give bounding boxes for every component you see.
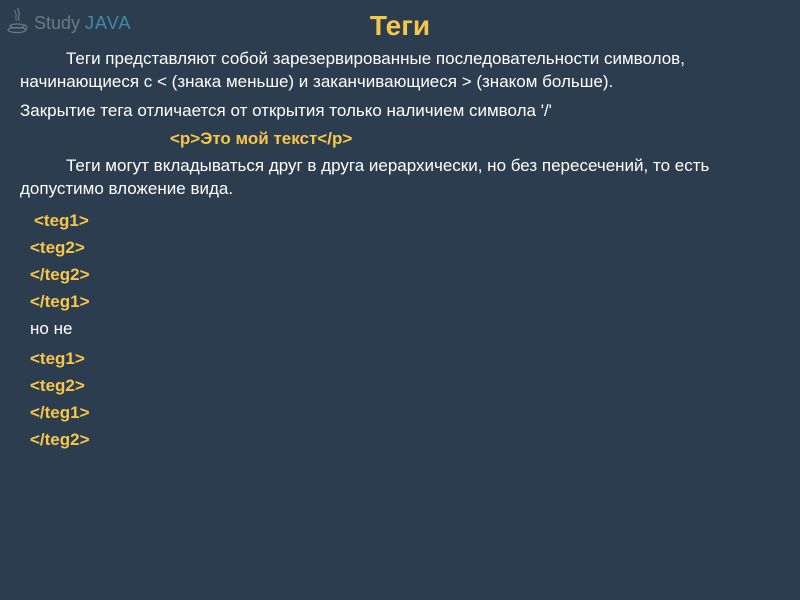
code-line: <teg1> bbox=[20, 207, 780, 234]
code-line: <teg2> bbox=[20, 372, 780, 399]
example-code: <p>Это мой текст</p> bbox=[20, 129, 780, 149]
code-line: </teg1> bbox=[20, 399, 780, 426]
code-line: </teg2> bbox=[20, 426, 780, 453]
code-line: </teg2> bbox=[20, 261, 780, 288]
slide-content: Теги Теги представляют собой зарезервиро… bbox=[0, 0, 800, 453]
paragraph-1: Теги представляют собой зарезервированны… bbox=[20, 48, 780, 94]
logo-java-word: JAVA bbox=[85, 13, 131, 33]
paragraph-3: Теги могут вкладываться друг в друга иер… bbox=[20, 155, 780, 201]
but-not-label: но не bbox=[20, 315, 780, 342]
slide-title: Теги bbox=[20, 10, 780, 42]
paragraph-2: Закрытие тега отличается от открытия тол… bbox=[20, 100, 780, 123]
valid-nesting-block: <teg1> <teg2> </teg2> </teg1> bbox=[20, 207, 780, 316]
logo-study-word: Study bbox=[34, 13, 80, 33]
java-cup-icon bbox=[6, 6, 30, 41]
code-line: </teg1> bbox=[20, 288, 780, 315]
invalid-nesting-block: <teg1> <teg2> </teg1> </teg2> bbox=[20, 345, 780, 454]
code-line: <teg2> bbox=[20, 234, 780, 261]
logo-text: Study JAVA bbox=[34, 13, 131, 34]
logo: Study JAVA bbox=[6, 6, 131, 41]
code-line: <teg1> bbox=[20, 345, 780, 372]
